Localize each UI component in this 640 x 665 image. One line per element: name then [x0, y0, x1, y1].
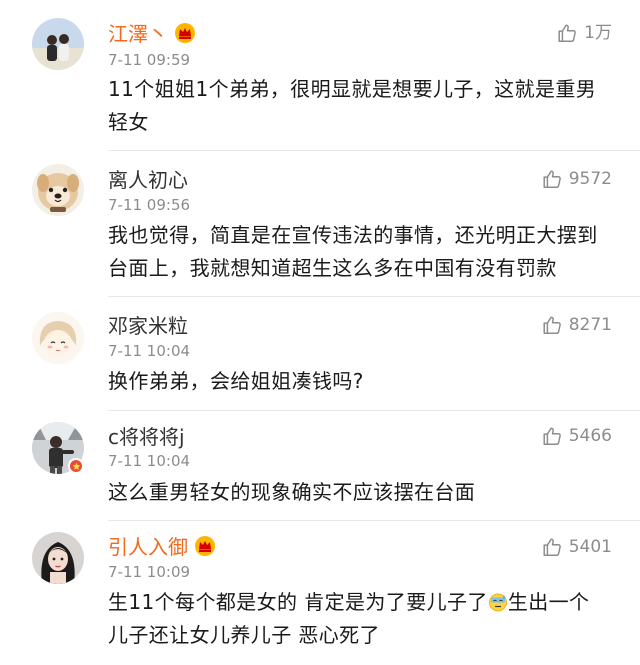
divider [108, 150, 640, 151]
thumbs-up-icon [543, 427, 561, 445]
comment-text: 这么重男轻女的现象确实不应该摆在台面 [108, 480, 476, 504]
thumbs-up-icon [558, 24, 577, 42]
like-button[interactable]: 5466 [541, 425, 612, 447]
avatar[interactable] [32, 532, 84, 584]
like-button[interactable]: 9572 [541, 168, 612, 190]
timestamp: 7-11 09:59 [108, 51, 191, 69]
like-count: 5401 [568, 537, 612, 557]
comment-text: 生11个每个都是女的 肯定是为了要儿子了 生出一个儿子还让女儿养儿子 恶心死了 [108, 586, 608, 652]
divider [108, 520, 640, 521]
comment-text: 换作弟弟，会给姐姐凑钱吗? [108, 369, 364, 393]
timestamp: 7-11 09:56 [108, 196, 191, 214]
username[interactable]: 江澤丶 [108, 22, 196, 46]
comment-item: 江澤丶 7-11 09:59 1万 11个姐姐1个弟弟，很明显就是想要儿子，这就… [0, 0, 640, 151]
thumbs-up-icon [543, 316, 561, 334]
vip-crown-icon [175, 23, 195, 43]
comment-text: 11个姐姐1个弟弟，很明显就是想要儿子，这就是重男轻女 [108, 77, 597, 134]
avatar[interactable] [32, 18, 84, 70]
username[interactable]: 离人初心 [108, 168, 188, 192]
like-count: 8271 [568, 315, 612, 335]
username[interactable]: 邓家米粒 [108, 314, 188, 338]
thumbs-up-icon [543, 538, 561, 556]
thumbs-up-icon [543, 170, 561, 188]
timestamp: 7-11 10:04 [108, 452, 191, 470]
username[interactable]: 引人入御 [108, 535, 216, 559]
sweat-emoji-icon [488, 593, 507, 612]
vip-crown-icon [195, 536, 215, 556]
avatar[interactable] [32, 312, 84, 364]
verified-badge-icon [68, 458, 84, 474]
timestamp: 7-11 10:09 [108, 563, 191, 581]
comment-text: 我也觉得，简直是在宣传违法的事情，还光明正大摆到台面上，我就想知道超生这么多在中… [108, 223, 598, 280]
username[interactable]: c将将将j [108, 425, 185, 449]
like-count: 5466 [568, 426, 612, 446]
comment-text-part: 生11个每个都是女的 肯定是为了要儿子了 [108, 590, 488, 614]
timestamp: 7-11 10:04 [108, 342, 191, 360]
avatar[interactable] [32, 164, 84, 216]
divider [108, 410, 640, 411]
like-button[interactable]: 5401 [541, 536, 612, 558]
divider [108, 296, 640, 297]
like-button[interactable]: 1万 [556, 22, 612, 44]
like-button[interactable]: 8271 [541, 314, 612, 336]
like-count: 1万 [584, 23, 612, 43]
like-count: 9572 [568, 169, 612, 189]
